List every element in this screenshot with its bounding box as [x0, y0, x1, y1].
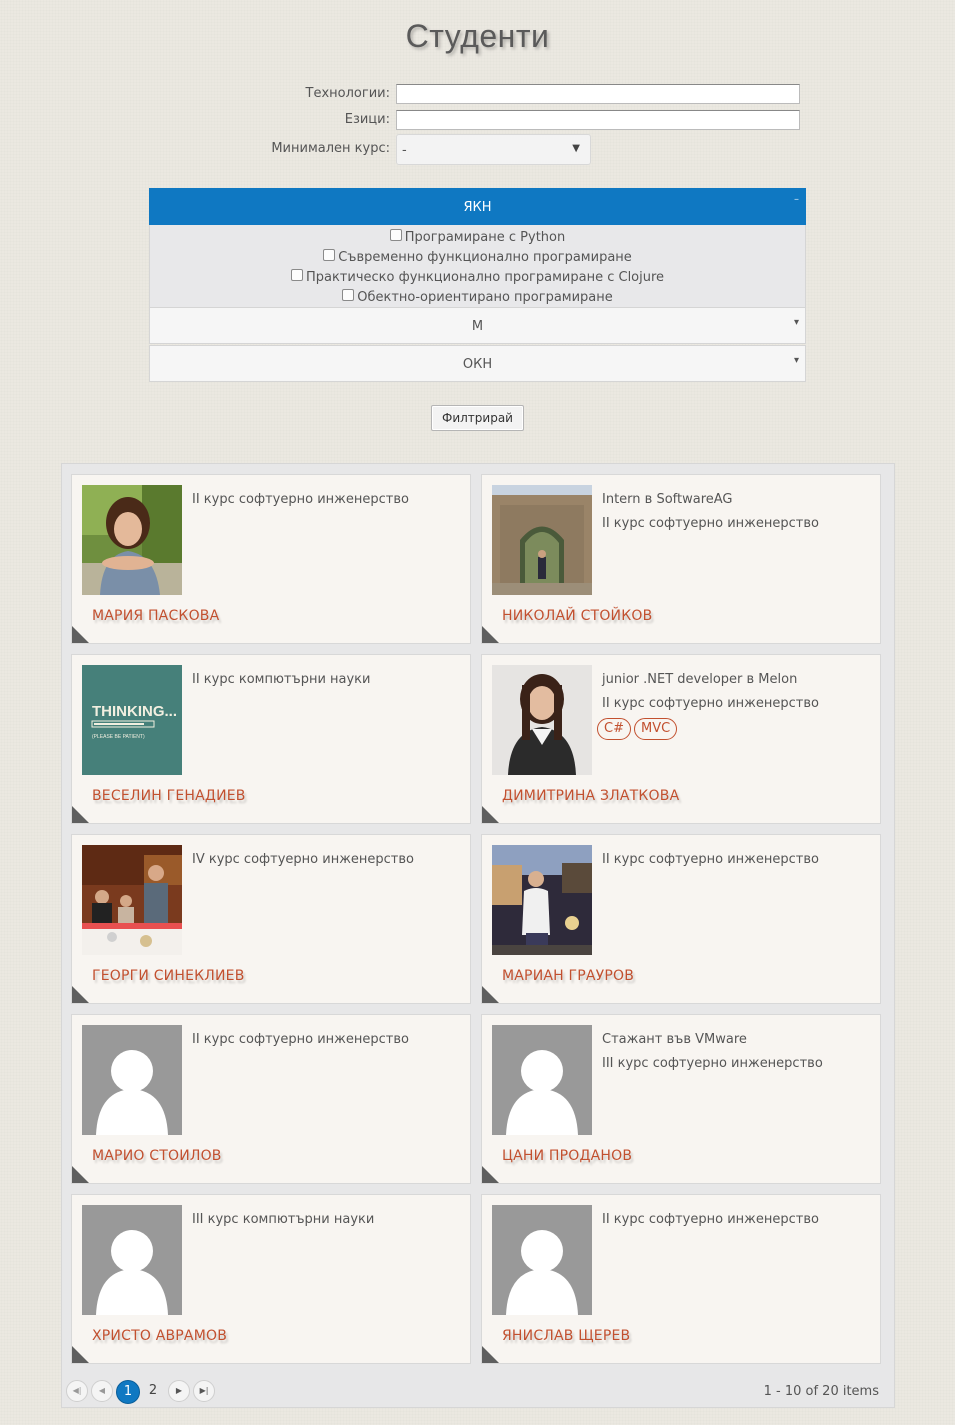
- course-checkbox[interactable]: [342, 289, 355, 301]
- card-corner-icon: [72, 806, 89, 823]
- student-photo: [492, 845, 592, 955]
- panel-header-okn[interactable]: ОКН ▾: [149, 345, 806, 382]
- panel-title-m: М: [471, 319, 484, 334]
- student-info-line: junior .NET developer в Melon: [602, 672, 798, 687]
- course-checkbox[interactable]: [290, 269, 303, 281]
- min-course-value: -: [402, 143, 407, 158]
- student-name[interactable]: ХРИСТО АВРАМОВ: [92, 1328, 227, 1344]
- prev-page-icon[interactable]: ◀: [91, 1380, 113, 1402]
- card-corner-icon: [482, 986, 499, 1003]
- course-option[interactable]: Практическо функционално програмиране с …: [150, 269, 805, 285]
- course-option[interactable]: Програмиране с Python: [150, 229, 805, 245]
- student-card[interactable]: IV курс софтуерно инженерство ГЕОРГИ СИН…: [71, 834, 471, 1004]
- student-card[interactable]: II курс софтуерно инженерство ЯНИСЛАВ ЩЕ…: [481, 1194, 881, 1364]
- expand-icon: ▾: [793, 317, 799, 328]
- student-info-line: Стажант във VMware: [602, 1032, 747, 1047]
- student-name[interactable]: НИКОЛАЙ СТОЙКОВ: [502, 608, 652, 624]
- student-card[interactable]: II курс софтуерно инженерство МАРИО СТОИ…: [71, 1014, 471, 1184]
- student-photo: [82, 845, 182, 955]
- card-corner-icon: [72, 1346, 89, 1363]
- student-info-line: III курс компютърни науки: [192, 1212, 375, 1227]
- panel-header-yakn[interactable]: ЯКН –: [149, 188, 806, 225]
- card-corner-icon: [482, 1166, 499, 1183]
- dropdown-arrow-icon: ▼: [572, 143, 580, 154]
- student-info-line: II курс софтуерно инженерство: [602, 852, 819, 867]
- student-name[interactable]: ЯНИСЛАВ ЩЕРЕВ: [502, 1328, 630, 1344]
- pager: ◀​| ◀ 1 2 ▶ ▶| 1 - 10 of 20 items: [61, 1376, 895, 1408]
- card-corner-icon: [482, 806, 499, 823]
- course-option[interactable]: Съвременно функционално програмиране: [150, 249, 805, 265]
- student-card[interactable]: II курс софтуерно инженерство МАРИАН ГРА…: [481, 834, 881, 1004]
- student-photo: THINKING... (PLEASE BE PATIENT): [82, 665, 182, 775]
- student-info-line: Intern в SoftwareAG: [602, 492, 733, 507]
- student-name[interactable]: ГЕОРГИ СИНЕКЛИЕВ: [92, 968, 245, 984]
- student-info-line: III курс софтуерно инженерство: [602, 1056, 823, 1071]
- student-info-line: II курс софтуерно инженерство: [602, 696, 819, 711]
- student-info-line: II курс софтуерно инженерство: [602, 516, 819, 531]
- student-info-line: II курс софтуерно инженерство: [192, 492, 409, 507]
- student-card[interactable]: II курс софтуерно инженерство МАРИЯ ПАСК…: [71, 474, 471, 644]
- course-checkbox[interactable]: [323, 249, 336, 261]
- card-corner-icon: [482, 626, 499, 643]
- students-list: II курс софтуерно инженерство МАРИЯ ПАСК…: [61, 463, 895, 1408]
- student-name[interactable]: МАРИО СТОИЛОВ: [92, 1148, 222, 1164]
- student-name[interactable]: ВЕСЕЛИН ГЕНАДИЕВ: [92, 788, 246, 804]
- default-avatar-icon: [492, 1205, 592, 1315]
- course-label: Програмиране с Python: [404, 230, 566, 245]
- student-name[interactable]: ДИМИТРИНА ЗЛАТКОВА: [502, 788, 679, 804]
- student-card[interactable]: III курс компютърни науки ХРИСТО АВРАМОВ: [71, 1194, 471, 1364]
- filter-button[interactable]: Филтрирай: [431, 405, 524, 431]
- thinking-subtext: (PLEASE BE PATIENT): [92, 734, 145, 740]
- technologies-input[interactable]: [396, 84, 800, 104]
- panel-title-yakn: ЯКН: [463, 200, 492, 215]
- card-corner-icon: [72, 1166, 89, 1183]
- course-label: Практическо функционално програмиране с …: [305, 270, 665, 285]
- student-card[interactable]: junior .NET developer в Melon II курс со…: [481, 654, 881, 824]
- expand-icon: ▾: [793, 355, 799, 366]
- student-info-line: II курс софтуерно инженерство: [192, 1032, 409, 1047]
- collapse-icon: –: [794, 194, 799, 205]
- student-info-line: II курс компютърни науки: [192, 672, 371, 687]
- thinking-text: THINKING...: [92, 703, 177, 720]
- course-option[interactable]: Обектно-ориентирано програмиране: [150, 289, 805, 305]
- technologies-label: Технологии:: [305, 86, 390, 101]
- student-card[interactable]: Стажант във VMware III курс софтуерно ин…: [481, 1014, 881, 1184]
- student-photo: [82, 485, 182, 595]
- page-number-current[interactable]: 1: [116, 1380, 140, 1404]
- student-photo: [492, 665, 592, 775]
- default-avatar-icon: [82, 1025, 182, 1135]
- languages-label: Езици:: [344, 112, 390, 127]
- course-label: Съвременно функционално програмиране: [338, 250, 632, 265]
- page-title: Студенти: [405, 18, 550, 54]
- skill-tag[interactable]: C#: [597, 718, 631, 740]
- course-checkbox[interactable]: [389, 229, 402, 241]
- default-avatar-icon: [82, 1205, 182, 1315]
- first-page-icon[interactable]: ◀​|: [66, 1380, 88, 1402]
- default-avatar-icon: [492, 1025, 592, 1135]
- min-course-label: Минимален курс:: [271, 141, 390, 156]
- page-number[interactable]: 2: [141, 1380, 165, 1404]
- last-page-icon[interactable]: ▶|: [193, 1380, 215, 1402]
- student-name[interactable]: МАРИЯ ПАСКОВА: [92, 608, 219, 624]
- student-photo: [492, 485, 592, 595]
- next-page-icon[interactable]: ▶: [168, 1380, 190, 1402]
- panel-content-yakn: Програмиране с Python Съвременно функцио…: [149, 225, 806, 307]
- panel-title-okn: ОКН: [462, 357, 493, 372]
- student-card[interactable]: Intern в SoftwareAG II курс софтуерно ин…: [481, 474, 881, 644]
- pager-info: 1 - 10 of 20 items: [763, 1384, 879, 1399]
- student-info-line: IV курс софтуерно инженерство: [192, 852, 414, 867]
- languages-input[interactable]: [396, 110, 800, 130]
- course-label: Обектно-ориентирано програмиране: [357, 290, 613, 305]
- student-card[interactable]: THINKING... (PLEASE BE PATIENT) II курс …: [71, 654, 471, 824]
- card-corner-icon: [72, 626, 89, 643]
- skill-tag[interactable]: MVC: [633, 718, 678, 740]
- student-name[interactable]: МАРИАН ГРАУРОВ: [502, 968, 634, 984]
- card-corner-icon: [482, 1346, 499, 1363]
- student-info-line: II курс софтуерно инженерство: [602, 1212, 819, 1227]
- panel-header-m[interactable]: М ▾: [149, 307, 806, 344]
- student-name[interactable]: ЦАНИ ПРОДАНОВ: [502, 1148, 632, 1164]
- min-course-select[interactable]: - ▼: [396, 134, 591, 165]
- card-corner-icon: [72, 986, 89, 1003]
